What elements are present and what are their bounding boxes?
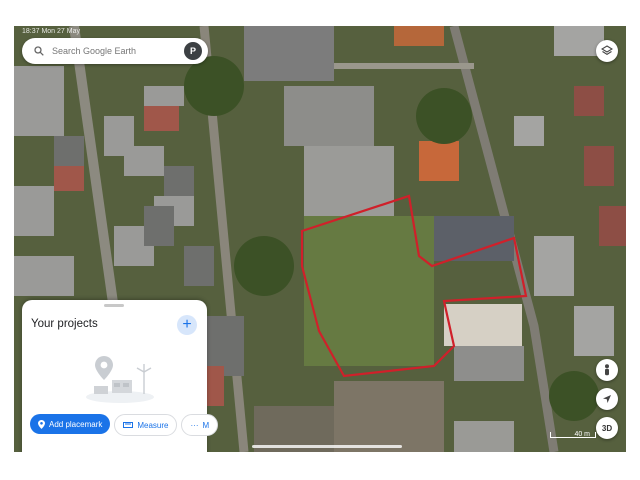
view-3d-button[interactable]: 3D (596, 417, 618, 439)
drag-handle[interactable] (104, 304, 124, 307)
add-placemark-label: Add placemark (49, 419, 103, 429)
placemark-icon (38, 419, 45, 429)
my-location-button[interactable] (596, 388, 618, 410)
project-actions: Add placemark Measure ··· M (30, 414, 219, 436)
plus-icon: + (182, 316, 192, 333)
scale-label: 40 m (574, 431, 590, 438)
more-icon: ··· (190, 420, 199, 430)
search-placeholder[interactable]: Search Google Earth (52, 46, 184, 56)
measure-button[interactable]: Measure (114, 414, 178, 436)
search-bar[interactable]: Search Google Earth P (22, 38, 208, 64)
ruler-icon (123, 422, 134, 428)
more-label: M (202, 420, 210, 430)
my-location-icon (603, 395, 611, 403)
add-placemark-button[interactable]: Add placemark (30, 414, 111, 434)
search-icon (32, 44, 46, 58)
layers-icon (601, 45, 613, 55)
google-earth-screen: 18:37 Mon 27 May Search Google Earth P 3… (14, 26, 626, 452)
projects-illustration (86, 356, 154, 403)
status-time: 18:37 Mon 27 May (22, 28, 80, 35)
layers-button[interactable] (596, 40, 618, 62)
add-project-button[interactable]: + (177, 315, 197, 335)
home-indicator[interactable] (252, 445, 402, 448)
more-actions-button[interactable]: ··· M (181, 414, 219, 436)
panel-title: Your projects (31, 318, 98, 330)
projects-panel: Your projects + Add placemark Measure ··… (22, 300, 219, 452)
avatar[interactable]: P (184, 42, 202, 60)
measure-label: Measure (137, 420, 169, 430)
pegman-icon (605, 364, 609, 376)
street-view-button[interactable] (596, 359, 618, 381)
